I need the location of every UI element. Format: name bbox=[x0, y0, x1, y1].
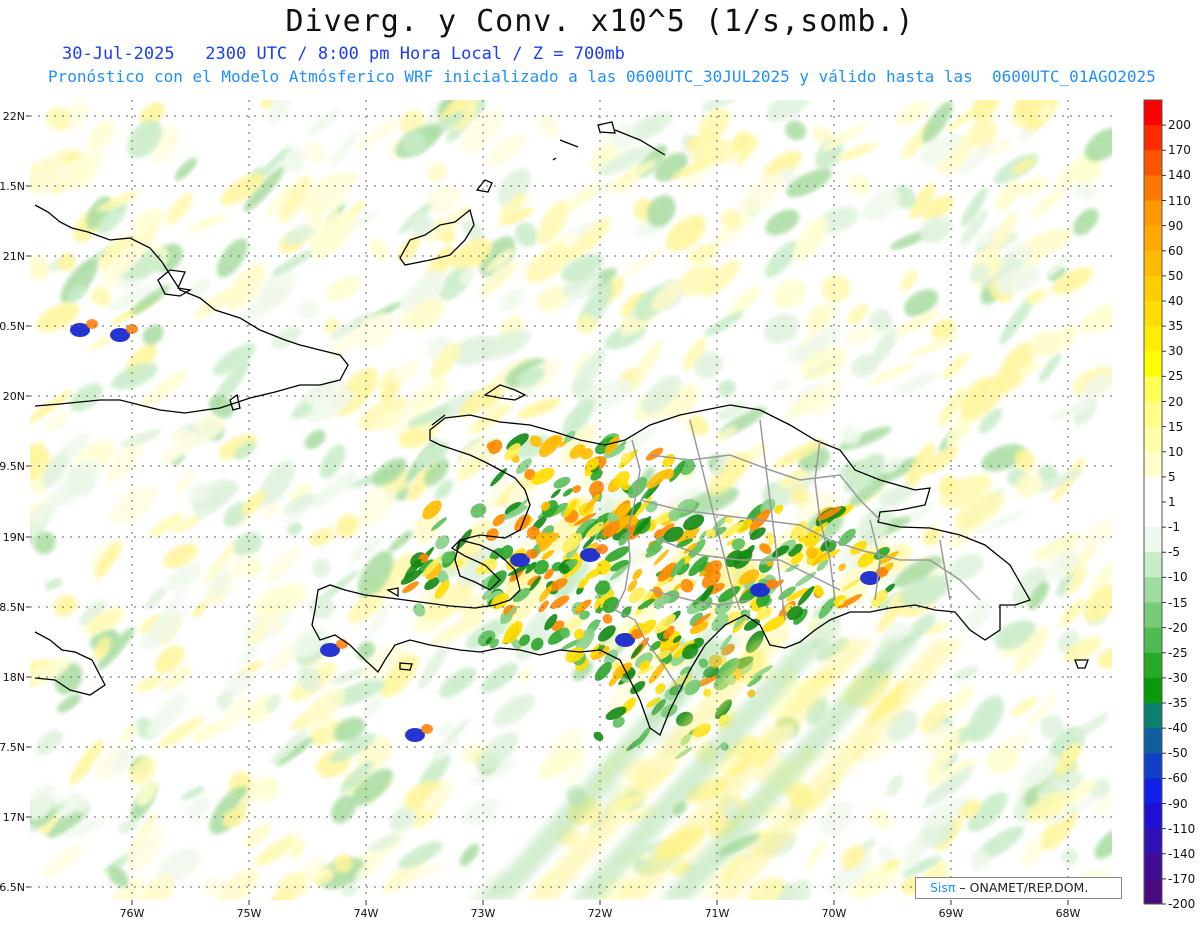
colorbar-segment bbox=[1144, 326, 1162, 352]
colorbar-tick-label: -15 bbox=[1168, 595, 1188, 610]
lon-label: 68W bbox=[1056, 907, 1081, 920]
latitude-labels: 22N 1.5N 21N 0.5N 20N 9.5N 19N 8.5N 18N 7.5N 17N 6.… bbox=[0, 110, 30, 894]
colorbar-segment bbox=[1144, 225, 1162, 252]
lon-label: 69W bbox=[939, 907, 964, 920]
colorbar-segment bbox=[1144, 502, 1162, 528]
colorbar-tick-label: 170 bbox=[1168, 143, 1191, 158]
colorbar-segment bbox=[1144, 803, 1162, 830]
colorbar-tick-label: -60 bbox=[1168, 771, 1188, 786]
lon-label: 73W bbox=[471, 907, 496, 920]
colorbar-tick-label: -110 bbox=[1168, 821, 1196, 836]
colorbar-tick-label: 40 bbox=[1168, 294, 1184, 308]
colorbar-segment bbox=[1144, 426, 1162, 453]
colorbar-segment bbox=[1144, 451, 1162, 478]
sispi-logo: Sisπ bbox=[930, 880, 956, 895]
colorbar-segment bbox=[1144, 200, 1162, 227]
lat-label: 19N bbox=[3, 531, 25, 544]
lat-label: 1.5N bbox=[0, 180, 25, 193]
colorbar-tick-label: 5 bbox=[1168, 469, 1176, 484]
colorbar-tick-label: -30 bbox=[1168, 670, 1188, 685]
colorbar-tick-label: 200 bbox=[1168, 118, 1191, 133]
colorbar-segment bbox=[1144, 728, 1162, 754]
colorbar-tick-label: 20 bbox=[1168, 394, 1184, 409]
colorbar-segment bbox=[1144, 878, 1162, 905]
lon-label: 70W bbox=[822, 907, 847, 920]
lat-label: 7.5N bbox=[0, 741, 25, 754]
lat-label: 22N bbox=[3, 110, 25, 123]
lat-label: 20N bbox=[3, 390, 25, 403]
colorbar-tick-label: 25 bbox=[1168, 369, 1184, 384]
lon-label: 75W bbox=[237, 907, 262, 920]
colorbar-tick-label: 1 bbox=[1168, 495, 1176, 509]
colorbar-tick-label: 90 bbox=[1168, 218, 1184, 233]
colorbar-segment bbox=[1144, 275, 1162, 302]
colorbar-tick-label: -140 bbox=[1168, 846, 1196, 861]
colorbar-segment bbox=[1144, 125, 1162, 151]
lat-label: 21N bbox=[3, 250, 25, 263]
credit-text: – ONAMET/REP.DOM. bbox=[955, 880, 1089, 895]
colorbar-tick-label: -200 bbox=[1168, 897, 1196, 911]
colorbar-tick-label: -25 bbox=[1168, 645, 1188, 660]
colorbar-tick-label: 35 bbox=[1168, 319, 1184, 334]
lon-label: 72W bbox=[588, 907, 613, 920]
colorbar-segment bbox=[1144, 627, 1162, 654]
lat-label: 6.5N bbox=[0, 881, 25, 894]
lon-label: 74W bbox=[354, 907, 379, 920]
colorbar-segment bbox=[1144, 150, 1162, 176]
colorbar-segment bbox=[1144, 753, 1162, 779]
colorbar bbox=[1143, 99, 1166, 905]
divergence-map: 76W 75W 74W 73W 72W 71W 70W 69W 68W 22N 1.5N 21N 0.… bbox=[0, 99, 1166, 920]
colorbar-segment bbox=[1144, 577, 1162, 603]
colorbar-tick-label: -10 bbox=[1168, 570, 1188, 585]
colorbar-tick-label: 15 bbox=[1168, 419, 1184, 434]
colorbar-segment bbox=[1144, 853, 1162, 880]
credit-box: Sisπ – ONAMET/REP.DOM. bbox=[915, 877, 1122, 899]
longitude-labels: 76W 75W 74W 73W 72W 71W 70W 69W 68W bbox=[120, 900, 1081, 920]
colorbar-segment bbox=[1144, 100, 1162, 126]
colorbar-tick-label: 30 bbox=[1168, 344, 1184, 359]
colorbar-segment bbox=[1144, 677, 1162, 704]
colorbar-tick-label: -90 bbox=[1168, 796, 1188, 811]
colorbar-tick-label: 140 bbox=[1168, 168, 1191, 183]
colorbar-tick-label: -40 bbox=[1168, 721, 1188, 736]
lat-label: 9.5N bbox=[0, 460, 25, 473]
lat-label: 18N bbox=[3, 671, 25, 684]
colorbar-tick-label: 110 bbox=[1168, 193, 1191, 208]
colorbar-segment bbox=[1144, 828, 1162, 855]
colorbar-segment bbox=[1144, 703, 1162, 729]
colorbar-segment bbox=[1144, 527, 1162, 553]
colorbar-tick-label: -170 bbox=[1168, 871, 1196, 886]
colorbar-segment bbox=[1144, 778, 1162, 804]
colorbar-tick-label: -5 bbox=[1168, 545, 1180, 560]
colorbar-tick-label: 50 bbox=[1168, 268, 1184, 283]
colorbar-segment bbox=[1144, 602, 1162, 629]
colorbar-segment bbox=[1144, 476, 1162, 503]
lat-label: 8.5N bbox=[0, 601, 25, 614]
colorbar-segment bbox=[1144, 250, 1162, 277]
colorbar-segment bbox=[1144, 351, 1162, 377]
colorbar-tick-label: -35 bbox=[1168, 696, 1188, 710]
lon-label: 71W bbox=[705, 907, 730, 920]
lat-label: 17N bbox=[3, 811, 25, 824]
colorbar-tick-label: 10 bbox=[1168, 444, 1184, 459]
colorbar-segment bbox=[1144, 552, 1162, 578]
colorbar-segment bbox=[1144, 401, 1162, 428]
lat-label: 0.5N bbox=[0, 320, 25, 333]
lon-label: 76W bbox=[120, 907, 145, 920]
colorbar-segment bbox=[1144, 376, 1162, 402]
colorbar-tick-label: -1 bbox=[1168, 520, 1180, 535]
colorbar-segment bbox=[1144, 175, 1162, 201]
colorbar-tick-label: -20 bbox=[1168, 620, 1188, 635]
colorbar-tick-label: -50 bbox=[1168, 746, 1188, 761]
colorbar-segment bbox=[1144, 652, 1162, 679]
colorbar-segment bbox=[1144, 301, 1162, 327]
colorbar-tick-label: 60 bbox=[1168, 243, 1184, 258]
